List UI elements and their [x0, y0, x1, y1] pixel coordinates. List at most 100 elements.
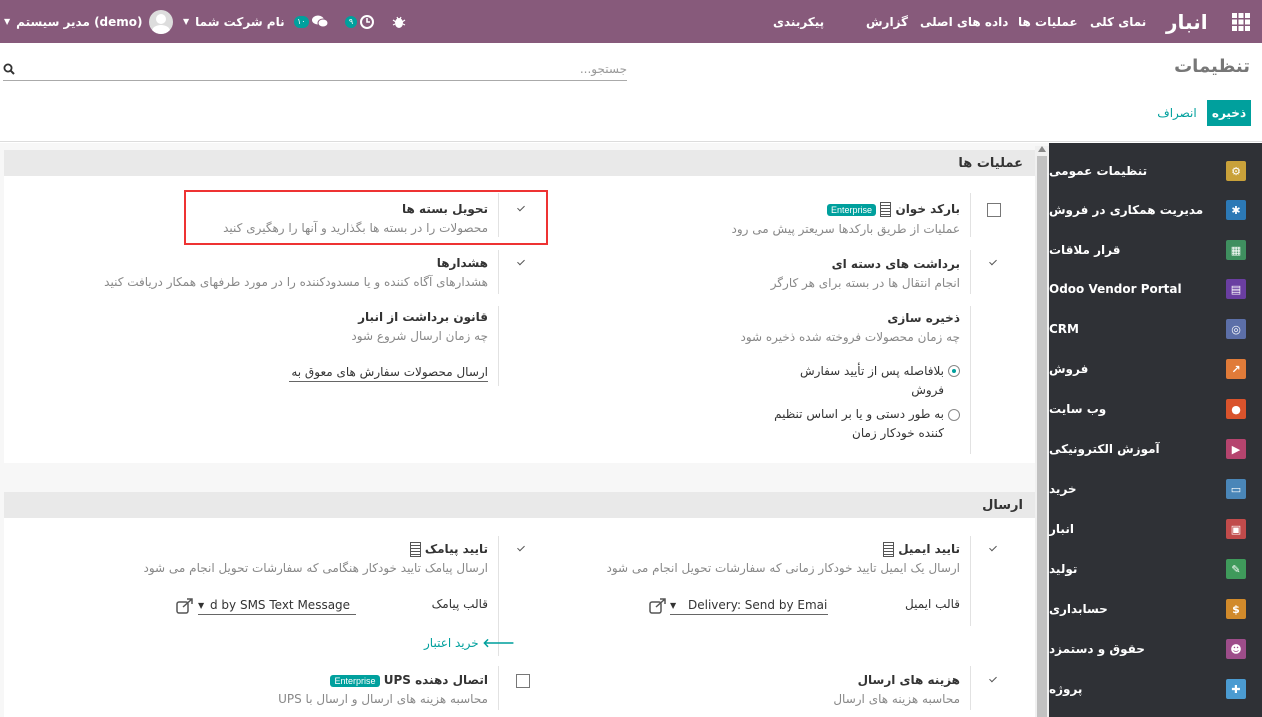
puzzle-icon: ✚	[1226, 679, 1246, 699]
menu-master-data[interactable]: داده های اصلی	[920, 0, 1008, 43]
menu-overview[interactable]: نمای کلی	[1090, 0, 1146, 43]
user-name: مدیر سیستم (demo)	[16, 14, 143, 29]
menu-reporting[interactable]: گزارش	[866, 0, 908, 43]
sidebar-item-label: تنظیمات عمومی	[1049, 164, 1148, 178]
company-name: نام شرکت شما	[195, 14, 285, 29]
search-icon[interactable]	[3, 63, 15, 75]
credit-card-icon: ▭	[1226, 479, 1246, 499]
sidebar-item-purchase[interactable]: خرید ▭	[1049, 469, 1262, 509]
sidebar-item-label: فروش	[1049, 362, 1089, 376]
reservation-manual-label[interactable]: به طور دستی و یا بر اساس تنظیم	[774, 407, 944, 421]
removal-strategy-select[interactable]: ارسال محصولات سفارش های معوق به	[289, 362, 488, 382]
warnings-desc: هشدارهای آگاه کننده و یا مسدودکننده را د…	[104, 275, 488, 289]
wrench-icon: ✎	[1226, 559, 1246, 579]
barcode-title: بارکد خوان Enterprise	[827, 202, 960, 217]
caret-down-icon[interactable]: ▼	[670, 601, 676, 610]
sidebar-item-crm[interactable]: CRM ◎	[1049, 309, 1262, 349]
top-navbar: انبار نمای کلی عملیات ها داده های اصلی گ…	[0, 0, 1262, 43]
reservation-immediate-radio[interactable]	[948, 365, 960, 377]
scrollbar[interactable]	[1035, 146, 1049, 717]
building-icon	[409, 542, 421, 557]
caret-down-icon[interactable]: ▼	[198, 601, 204, 610]
globe-icon: ●	[1226, 399, 1246, 419]
sidebar-item-label: مدیریت همکاری در فروش	[1049, 203, 1204, 217]
barcode-checkbox[interactable]	[987, 203, 1001, 217]
app-brand[interactable]: انبار	[1166, 0, 1208, 43]
external-link-icon[interactable]	[649, 598, 667, 614]
gear-icon: ⚙	[1226, 161, 1246, 181]
sms-template-select[interactable]: d by SMS Text Message	[198, 595, 356, 615]
discard-button[interactable]: انصراف	[1152, 100, 1202, 126]
avatar	[148, 9, 173, 34]
reservation-immediate-label[interactable]: بلافاصله پس از تأیید سفارش	[800, 364, 944, 378]
sidebar-item-general-settings[interactable]: تنظیمات عمومی ⚙	[1049, 151, 1262, 191]
sidebar-item-label: قرار ملاقات	[1049, 243, 1121, 257]
sidebar-item-label: پروژه	[1049, 682, 1083, 696]
clock-icon	[360, 14, 374, 29]
email-template-label: قالب ایمیل	[905, 597, 960, 611]
activity-count-badge: ۹	[345, 15, 357, 28]
email-confirmation-title: تایید ایمیل	[883, 542, 960, 557]
sidebar-item-vendor-portal[interactable]: Odoo Vendor Portal ▤	[1049, 269, 1262, 309]
sidebar-item-label: خرید	[1049, 482, 1077, 496]
payroll-icon: ☻	[1226, 639, 1246, 659]
search-input[interactable]: جستجو...	[3, 57, 627, 81]
batch-picking-desc: انجام انتقال ها در بسته برای هر کارگر	[770, 276, 960, 290]
batch-picking-checkbox[interactable]	[987, 257, 1001, 271]
shipping-cost-desc: محاسبه هزینه های ارسال	[833, 692, 960, 706]
caret-down-icon: ▼	[183, 17, 190, 26]
sidebar-item-inventory[interactable]: انبار ▣	[1049, 509, 1262, 549]
reservation-manual-radio[interactable]	[948, 409, 960, 421]
removal-strategy-title: قانون برداشت از انبار	[358, 310, 488, 324]
handshake-icon: ◎	[1226, 319, 1246, 339]
sidebar-item-label: وب سایت	[1049, 402, 1107, 416]
sms-confirmation-title: تایید پیامک	[409, 542, 488, 557]
sms-confirmation-checkbox[interactable]	[515, 543, 529, 557]
activities-button[interactable]: ۹	[345, 0, 375, 43]
email-confirmation-checkbox[interactable]	[987, 543, 1001, 557]
sms-confirmation-desc: ارسال پیامک تایید خودکار هنگامی که سفارش…	[143, 561, 488, 575]
sidebar-item-accounting[interactable]: حسابداری $	[1049, 589, 1262, 629]
sidebar-item-sales[interactable]: فروش ↗	[1049, 349, 1262, 389]
save-button[interactable]: ذخیره	[1207, 100, 1251, 126]
sidebar-item-website[interactable]: وب سایت ●	[1049, 389, 1262, 429]
elearning-icon: ▶	[1226, 439, 1246, 459]
buy-credit-link[interactable]: 🡐 خرید اعتبار	[424, 635, 515, 650]
section-header-shipping: ارسال	[4, 492, 1035, 518]
enterprise-badge: Enterprise	[330, 674, 380, 687]
page-title: تنظیمات	[1174, 56, 1250, 77]
sidebar-item-elearning[interactable]: آموزش الکترونیکی ▶	[1049, 429, 1262, 469]
ups-connector-checkbox[interactable]	[516, 674, 530, 688]
email-template-select[interactable]: Delivery: Send by Email	[670, 595, 828, 615]
apps-menu-button[interactable]	[1232, 0, 1250, 43]
reservation-desc: چه زمان محصولات فروخته شده ذخیره شود	[740, 330, 960, 344]
sidebar-item-label: CRM	[1049, 322, 1079, 336]
messages-button[interactable]: ۱۰	[294, 0, 329, 43]
warnings-title: هشدارها	[436, 256, 488, 270]
box-icon: ▣	[1226, 519, 1246, 539]
removal-strategy-desc: چه زمان ارسال شروع شود	[351, 329, 488, 343]
sidebar-item-manufacturing[interactable]: تولید ✎	[1049, 549, 1262, 589]
search-placeholder: جستجو...	[579, 61, 627, 76]
menu-configuration[interactable]: پیکربندی	[773, 0, 824, 43]
chart-icon: ↗	[1226, 359, 1246, 379]
warnings-checkbox[interactable]	[515, 257, 529, 271]
sidebar-item-appointments[interactable]: قرار ملاقات ▦	[1049, 230, 1262, 270]
debug-button[interactable]	[392, 0, 406, 43]
sidebar-item-project[interactable]: پروژه ✚	[1049, 669, 1262, 709]
sidebar-item-sales-collab[interactable]: مدیریت همکاری در فروش ✱	[1049, 190, 1262, 230]
sidebar-item-label: حسابداری	[1049, 602, 1108, 616]
external-link-icon[interactable]	[176, 598, 194, 614]
user-menu[interactable]: ▼ مدیر سیستم (demo)	[4, 0, 173, 43]
building-icon	[880, 202, 892, 217]
sidebar-item-payroll[interactable]: حقوق و دستمزد ☻	[1049, 629, 1262, 669]
reservation-title: ذخیره سازی	[887, 311, 960, 325]
highlight-box	[184, 190, 548, 245]
shipping-cost-checkbox[interactable]	[987, 674, 1001, 688]
section-header-operations: عملیات ها	[4, 150, 1035, 176]
arrow-right-icon: 🡐	[482, 636, 515, 650]
calendar-icon: ▦	[1226, 240, 1246, 260]
shipping-cost-title: هزینه های ارسال	[857, 673, 960, 687]
company-switcher[interactable]: ▼ نام شرکت شما	[183, 0, 285, 43]
menu-operations[interactable]: عملیات ها	[1018, 0, 1078, 43]
